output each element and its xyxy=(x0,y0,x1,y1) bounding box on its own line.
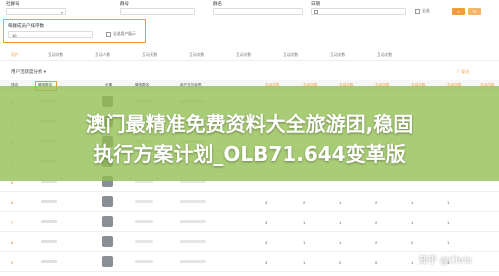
date-range-input[interactable] xyxy=(311,8,406,15)
select-all-checkbox[interactable] xyxy=(415,9,420,14)
group-name-input[interactable] xyxy=(213,8,303,15)
row-metric-6: 1 xyxy=(447,220,450,225)
refresh-icon: ↻ xyxy=(472,9,477,14)
row-metric-2: 1 xyxy=(303,220,306,225)
tab-4[interactable]: 互动次数 xyxy=(189,53,204,58)
avatar[interactable] xyxy=(102,236,113,247)
row-metric-3: 1 xyxy=(339,220,342,225)
tab-0[interactable]: 用户 xyxy=(11,53,19,58)
row-rank: 6 xyxy=(11,200,14,205)
row-metric-5: 1 xyxy=(411,260,414,265)
row-group-name xyxy=(41,260,57,263)
filter-label-group-id: 群号 xyxy=(120,1,129,6)
avatar[interactable] xyxy=(102,256,113,267)
row-nickname xyxy=(135,200,153,203)
row-metric-3: 1 xyxy=(339,200,342,205)
filter-label-account: 社群号 xyxy=(6,1,20,6)
row-user-tags xyxy=(180,220,206,223)
row-user-tags xyxy=(180,260,206,263)
section-title[interactable]: 用户活跃度分析 ▾ xyxy=(11,69,46,75)
row-metric-1: 3 xyxy=(265,260,268,265)
filter-label-group-name: 群名 xyxy=(213,1,222,6)
search-button[interactable]: ⌕ xyxy=(452,8,465,15)
row-group-name xyxy=(41,200,57,203)
calendar-icon xyxy=(314,10,318,15)
row-metric-5: 2 xyxy=(411,240,414,245)
tab-6[interactable]: 互动次数 xyxy=(283,53,298,58)
table-row: 7 3 1 1 2 1 1 xyxy=(0,212,499,232)
filter-label-date: 日期 xyxy=(311,1,320,6)
tab-2[interactable]: 互动人数 xyxy=(95,53,110,58)
tab-7[interactable]: 互动次数 xyxy=(330,53,345,58)
banner-title-line-2: 执行方案计划_OLB71.644变革版 xyxy=(93,142,406,166)
row-group-name xyxy=(41,220,57,223)
row-metric-5: 1 xyxy=(411,220,414,225)
watermark: 知乎 @Chris xyxy=(419,256,472,266)
row-metric-3: 1 xyxy=(339,240,342,245)
tab-3[interactable]: 互动天数 xyxy=(142,53,157,58)
row-metric-4: 2 xyxy=(375,220,378,225)
row-metric-4: 2 xyxy=(375,200,378,205)
tab-1[interactable]: 互动次数 xyxy=(48,53,63,58)
row-metric-2: 1 xyxy=(303,260,306,265)
row-group-name xyxy=(41,240,57,243)
row-metric-1: 3 xyxy=(265,220,268,225)
row-rank: 9 xyxy=(11,260,14,265)
row-metric-1: 3 xyxy=(265,200,268,205)
row-nickname xyxy=(135,260,153,263)
row-user-tags xyxy=(180,240,206,243)
row-rank: 8 xyxy=(11,240,14,245)
row-user-tags xyxy=(180,200,206,203)
row-metric-4: 0 xyxy=(375,260,378,265)
table-row: 6 3 2 1 2 1 1 xyxy=(0,192,499,212)
row-nickname xyxy=(135,220,153,223)
account-select[interactable]: ▾ xyxy=(6,8,66,15)
select-all-label: 全选 xyxy=(422,9,430,13)
row-metric-1: 3 xyxy=(265,240,268,245)
row-rank: 7 xyxy=(11,220,14,225)
row-metric-2: 1 xyxy=(303,240,306,245)
row-metric-6: 1 xyxy=(447,200,450,205)
row-nickname xyxy=(135,240,153,243)
group-id-input[interactable] xyxy=(120,8,195,15)
chevron-down-icon: ▾ xyxy=(60,10,63,15)
tab-8[interactable]: 互动次数 xyxy=(377,53,392,58)
search-icon: ⌕ xyxy=(457,9,460,14)
tab-5[interactable]: 互动次数 xyxy=(236,53,251,58)
highlight-filter-box xyxy=(3,19,146,43)
avatar[interactable] xyxy=(102,196,113,207)
row-metric-5: 1 xyxy=(411,200,414,205)
banner-title-line-1: 澳门最精准免费资料大全旅游团,稳固 xyxy=(85,112,414,136)
reset-button[interactable]: ↻ xyxy=(468,8,481,15)
tab-bar: 用户 互动次数 互动人数 互动天数 互动次数 互动次数 互动次数 互动次数 互动… xyxy=(0,50,499,61)
table-row: 8 3 1 1 2 2 1 xyxy=(0,232,499,252)
row-metric-6: 1 xyxy=(447,240,450,245)
export-button[interactable]: ⇩ 导出 xyxy=(456,69,469,75)
row-metric-4: 2 xyxy=(375,240,378,245)
avatar[interactable] xyxy=(102,216,113,227)
row-metric-3: 2 xyxy=(339,260,342,265)
row-metric-2: 2 xyxy=(303,200,306,205)
